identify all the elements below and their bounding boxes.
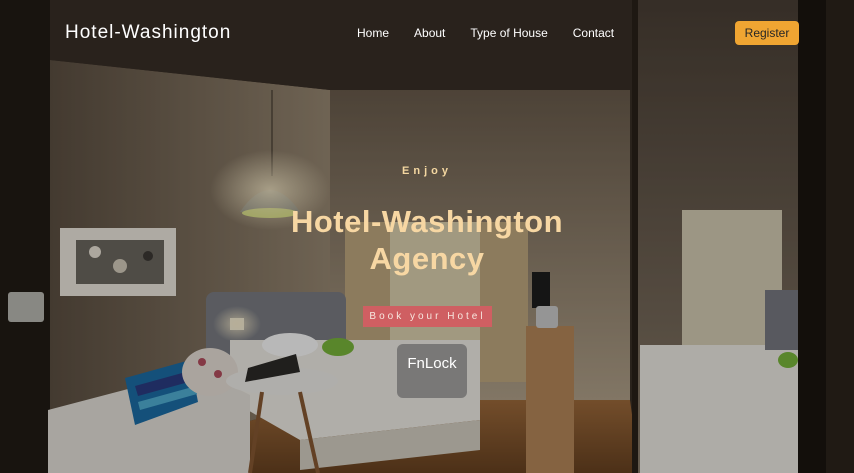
nav-link-about[interactable]: About [414, 26, 445, 40]
book-hotel-button[interactable]: Book your Hotel [363, 306, 492, 327]
hero-eyebrow: Enjoy [402, 165, 452, 177]
hero-title-line-1: Hotel-Washington [290, 204, 564, 239]
nav-link-contact[interactable]: Contact [573, 26, 614, 40]
fnlock-indicator: FnLock [397, 344, 467, 398]
register-button[interactable]: Register [735, 21, 799, 45]
brand-logo[interactable]: Hotel-Washington [65, 22, 231, 44]
nav-link-type-of-house[interactable]: Type of House [470, 26, 547, 40]
nav-link-home[interactable]: Home [357, 26, 389, 40]
hero-title: Hotel-Washington Agency [0, 203, 854, 277]
top-navbar: Hotel-Washington Home About Type of Hous… [0, 0, 854, 66]
nav-links: Home About Type of House Contact [357, 26, 614, 40]
hero-title-line-2: Agency [369, 241, 485, 276]
